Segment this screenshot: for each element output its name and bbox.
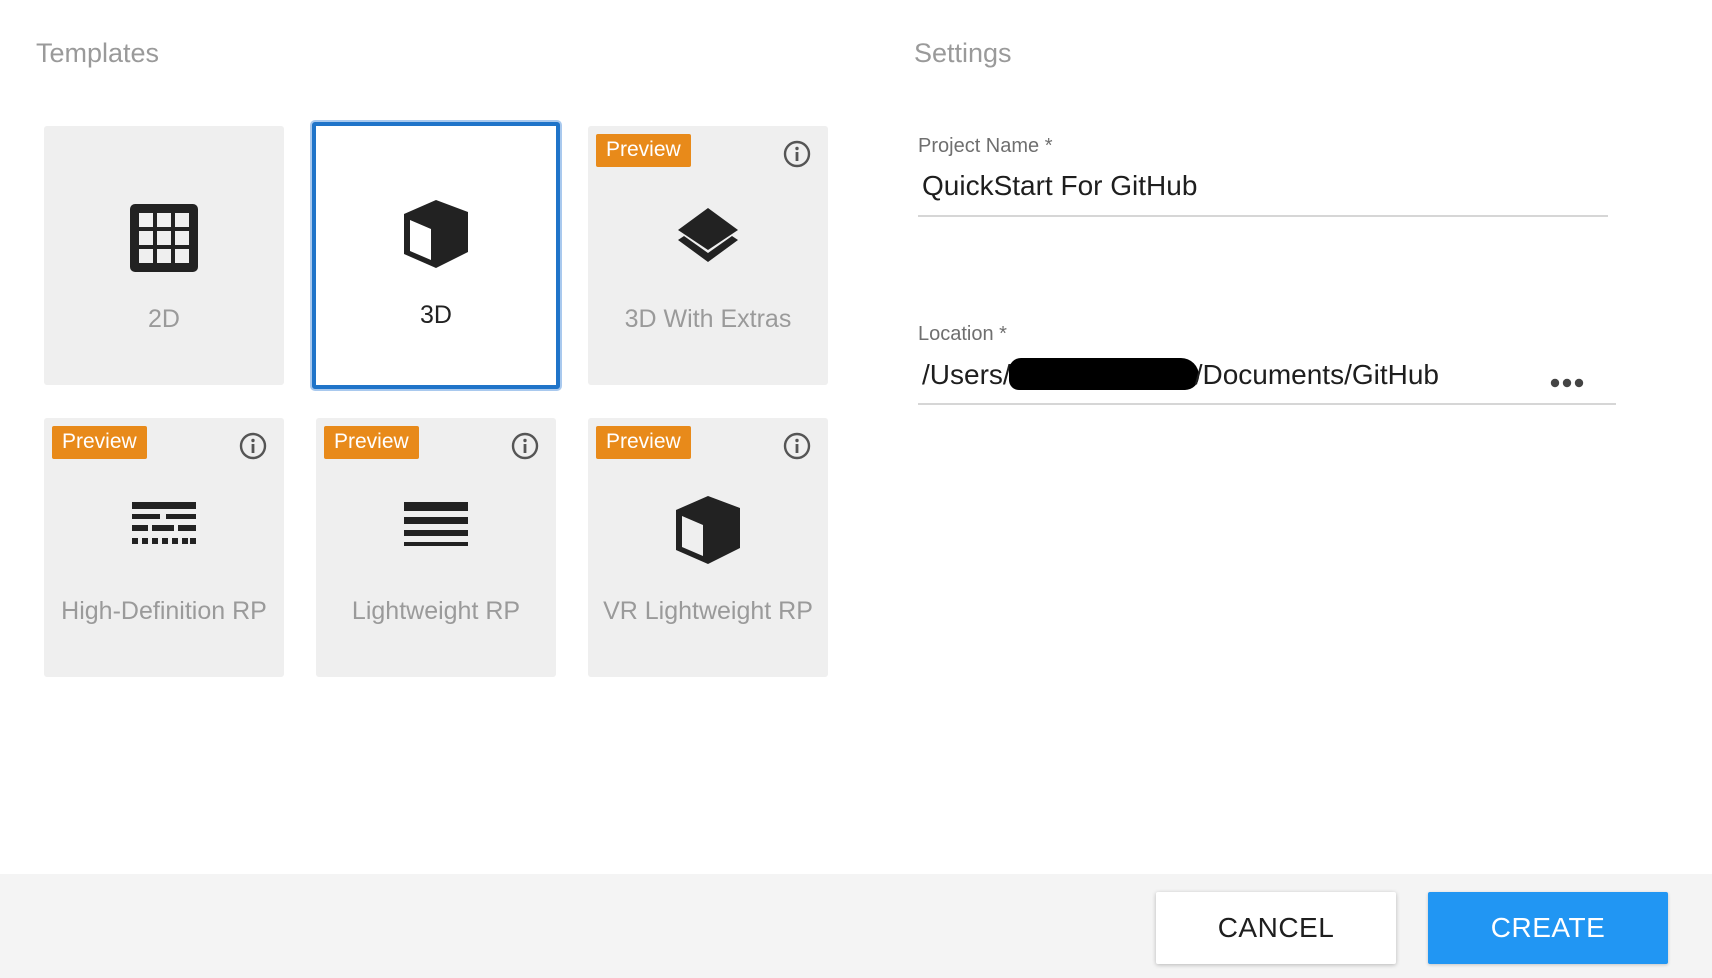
layers-icon [678,208,738,262]
footer-bar: CANCEL CREATE [0,874,1712,978]
redacted-username [1008,358,1199,390]
template-label: Lightweight RP [351,597,521,625]
location-underline [918,403,1616,405]
cube-icon [404,200,468,268]
info-icon[interactable] [238,431,268,461]
more-dots-icon[interactable] [1549,376,1585,390]
project-name-label: Project Name * [918,135,1053,157]
templates-title: Templates [36,38,160,68]
template-card-3d[interactable]: 3D [312,122,560,389]
template-label: 2D [148,305,180,333]
template-card-lwrp[interactable]: Preview Lightweight RP [316,418,556,677]
project-name-underline [918,215,1608,217]
preview-badge: Preview [52,426,147,459]
preview-badge: Preview [596,134,691,167]
info-icon[interactable] [782,431,812,461]
location-input[interactable]: /Users/ /Documents/GitHub [922,358,1439,391]
cancel-button[interactable]: CANCEL [1156,892,1396,964]
template-card-2d[interactable]: 2D [44,126,284,385]
template-label: High-Definition RP [61,597,267,625]
project-name-input[interactable]: QuickStart For GitHub [922,170,1197,202]
create-button[interactable]: CREATE [1428,892,1668,964]
dashed-lines-icon [132,502,196,544]
template-card-hdrp[interactable]: Preview High-Definition RP [44,418,284,677]
settings-title: Settings [914,38,1012,68]
template-label: VR Lightweight RP [603,597,813,625]
template-card-vr-lwrp[interactable]: Preview VR Lightweight RP [588,418,828,677]
preview-badge: Preview [324,426,419,459]
location-label: Location * [918,323,1007,345]
cube-icon [676,496,740,564]
location-prefix: /Users/ [922,359,1011,390]
info-icon[interactable] [510,431,540,461]
template-label: 3D With Extras [624,305,792,333]
template-card-3d-with-extras[interactable]: Preview 3D With Extras [588,126,828,385]
location-suffix: /Documents/GitHub [1194,359,1440,390]
preview-badge: Preview [596,426,691,459]
grid-icon [130,204,198,272]
info-icon[interactable] [782,139,812,169]
lines-icon [404,502,468,546]
template-label: 3D [420,301,452,329]
